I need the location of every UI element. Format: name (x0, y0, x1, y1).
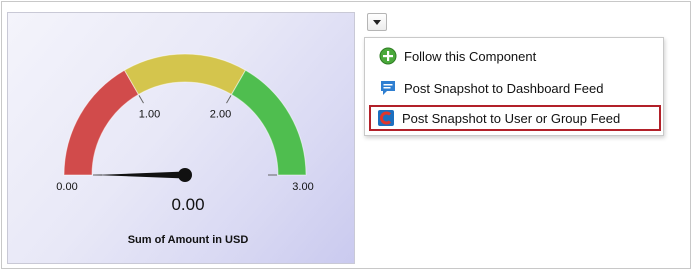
menu-item-post-snapshot-user-group[interactable]: Post Snapshot to User or Group Feed (369, 105, 661, 131)
gauge-tick-1 (138, 95, 144, 104)
gauge-tick-label: 3.00 (292, 181, 313, 193)
gauge-tick-label: 1.00 (139, 109, 160, 121)
gauge-tick-label: 0.00 (56, 181, 77, 193)
gauge-band-2 (230, 69, 307, 176)
plus-circle-icon (379, 47, 397, 65)
menu-item-follow-component[interactable]: Follow this Component (371, 44, 663, 68)
gauge-needle (94, 171, 185, 179)
gauge-needle-hub (178, 168, 192, 182)
gauge-tick-label: 2.00 (210, 109, 231, 121)
menu-item-label: Follow this Component (404, 48, 537, 64)
chevron-down-icon (373, 19, 381, 25)
menu-item-post-snapshot-dashboard[interactable]: Post Snapshot to Dashboard Feed (371, 76, 663, 100)
menu-item-label: Post Snapshot to Dashboard Feed (404, 80, 604, 96)
menu-item-label: Post Snapshot to User or Group Feed (402, 110, 621, 126)
gauge-tick-2 (226, 95, 232, 104)
gauge-title: Sum of Amount in USD (128, 234, 249, 246)
chat-bubble-icon (381, 81, 395, 95)
gauge-chart: 0.00 1.00 2.00 3.00 0.00 Sum of Amount in U… (7, 12, 355, 264)
gauge-band-1 (123, 53, 247, 96)
chatter-icon (378, 110, 394, 126)
component-menu-button[interactable] (367, 13, 387, 31)
component-menu: Follow this Component Post Snapshot to D… (364, 37, 664, 136)
gauge-svg: 0.00 1.00 2.00 3.00 0.00 Sum of Amount in U… (56, 53, 314, 246)
gauge-band-0 (63, 69, 140, 176)
gauge-value: 0.00 (171, 195, 204, 214)
